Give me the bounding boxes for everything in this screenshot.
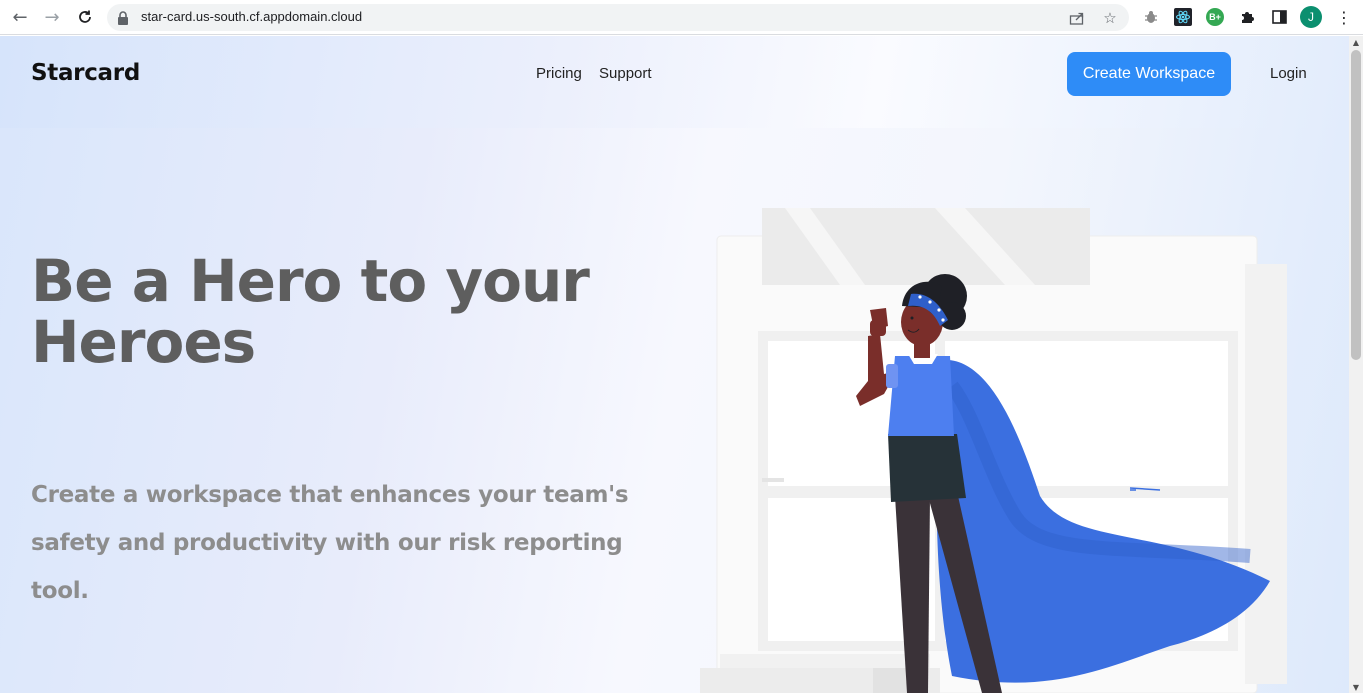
more-menu-icon[interactable]: ⋮ <box>1333 6 1355 28</box>
login-link[interactable]: Login <box>1270 65 1307 82</box>
side-panel-icon[interactable] <box>1270 8 1288 26</box>
address-bar[interactable]: star-card.us-south.cf.appdomain.cloud ☆ <box>107 4 1129 31</box>
superhero-illustration <box>700 208 1287 693</box>
back-arrow-icon[interactable]: ← <box>9 6 31 28</box>
share-icon[interactable] <box>1068 9 1086 27</box>
puzzle-icon[interactable] <box>1238 8 1256 26</box>
ext-badge-label: B+ <box>1209 12 1221 22</box>
site-logo[interactable]: Starcard <box>31 60 140 86</box>
b-plus-extension-icon[interactable]: B+ <box>1206 8 1224 26</box>
scroll-up-icon[interactable]: ▲ <box>1349 36 1363 48</box>
site-header: Starcard Pricing Support Create Workspac… <box>0 36 1349 128</box>
bookmark-star-icon[interactable]: ☆ <box>1101 9 1119 27</box>
page: Starcard Pricing Support Create Workspac… <box>0 36 1349 693</box>
hero-subtitle: Create a workspace that enhances your te… <box>31 482 629 604</box>
create-workspace-button[interactable]: Create Workspace <box>1067 52 1231 96</box>
forward-arrow-icon[interactable]: → <box>41 6 63 28</box>
scroll-down-icon[interactable]: ▼ <box>1349 681 1363 693</box>
vertical-scrollbar[interactable]: ▲ ▼ <box>1349 36 1363 693</box>
hero-title: Be a Hero to your Heroes <box>31 247 590 376</box>
profile-avatar[interactable]: J <box>1300 6 1322 28</box>
url-text[interactable]: star-card.us-south.cf.appdomain.cloud <box>141 9 362 24</box>
react-devtools-icon[interactable] <box>1174 8 1192 26</box>
reload-icon[interactable] <box>74 6 96 28</box>
nav-pricing-link[interactable]: Pricing <box>536 65 582 82</box>
browser-toolbar: ← → star-card.us-south.cf.appdomain.clou… <box>0 0 1363 35</box>
bug-extension-icon[interactable] <box>1142 8 1160 26</box>
scroll-thumb[interactable] <box>1351 50 1361 360</box>
lock-icon[interactable] <box>117 10 131 25</box>
nav-support-link[interactable]: Support <box>599 65 652 82</box>
